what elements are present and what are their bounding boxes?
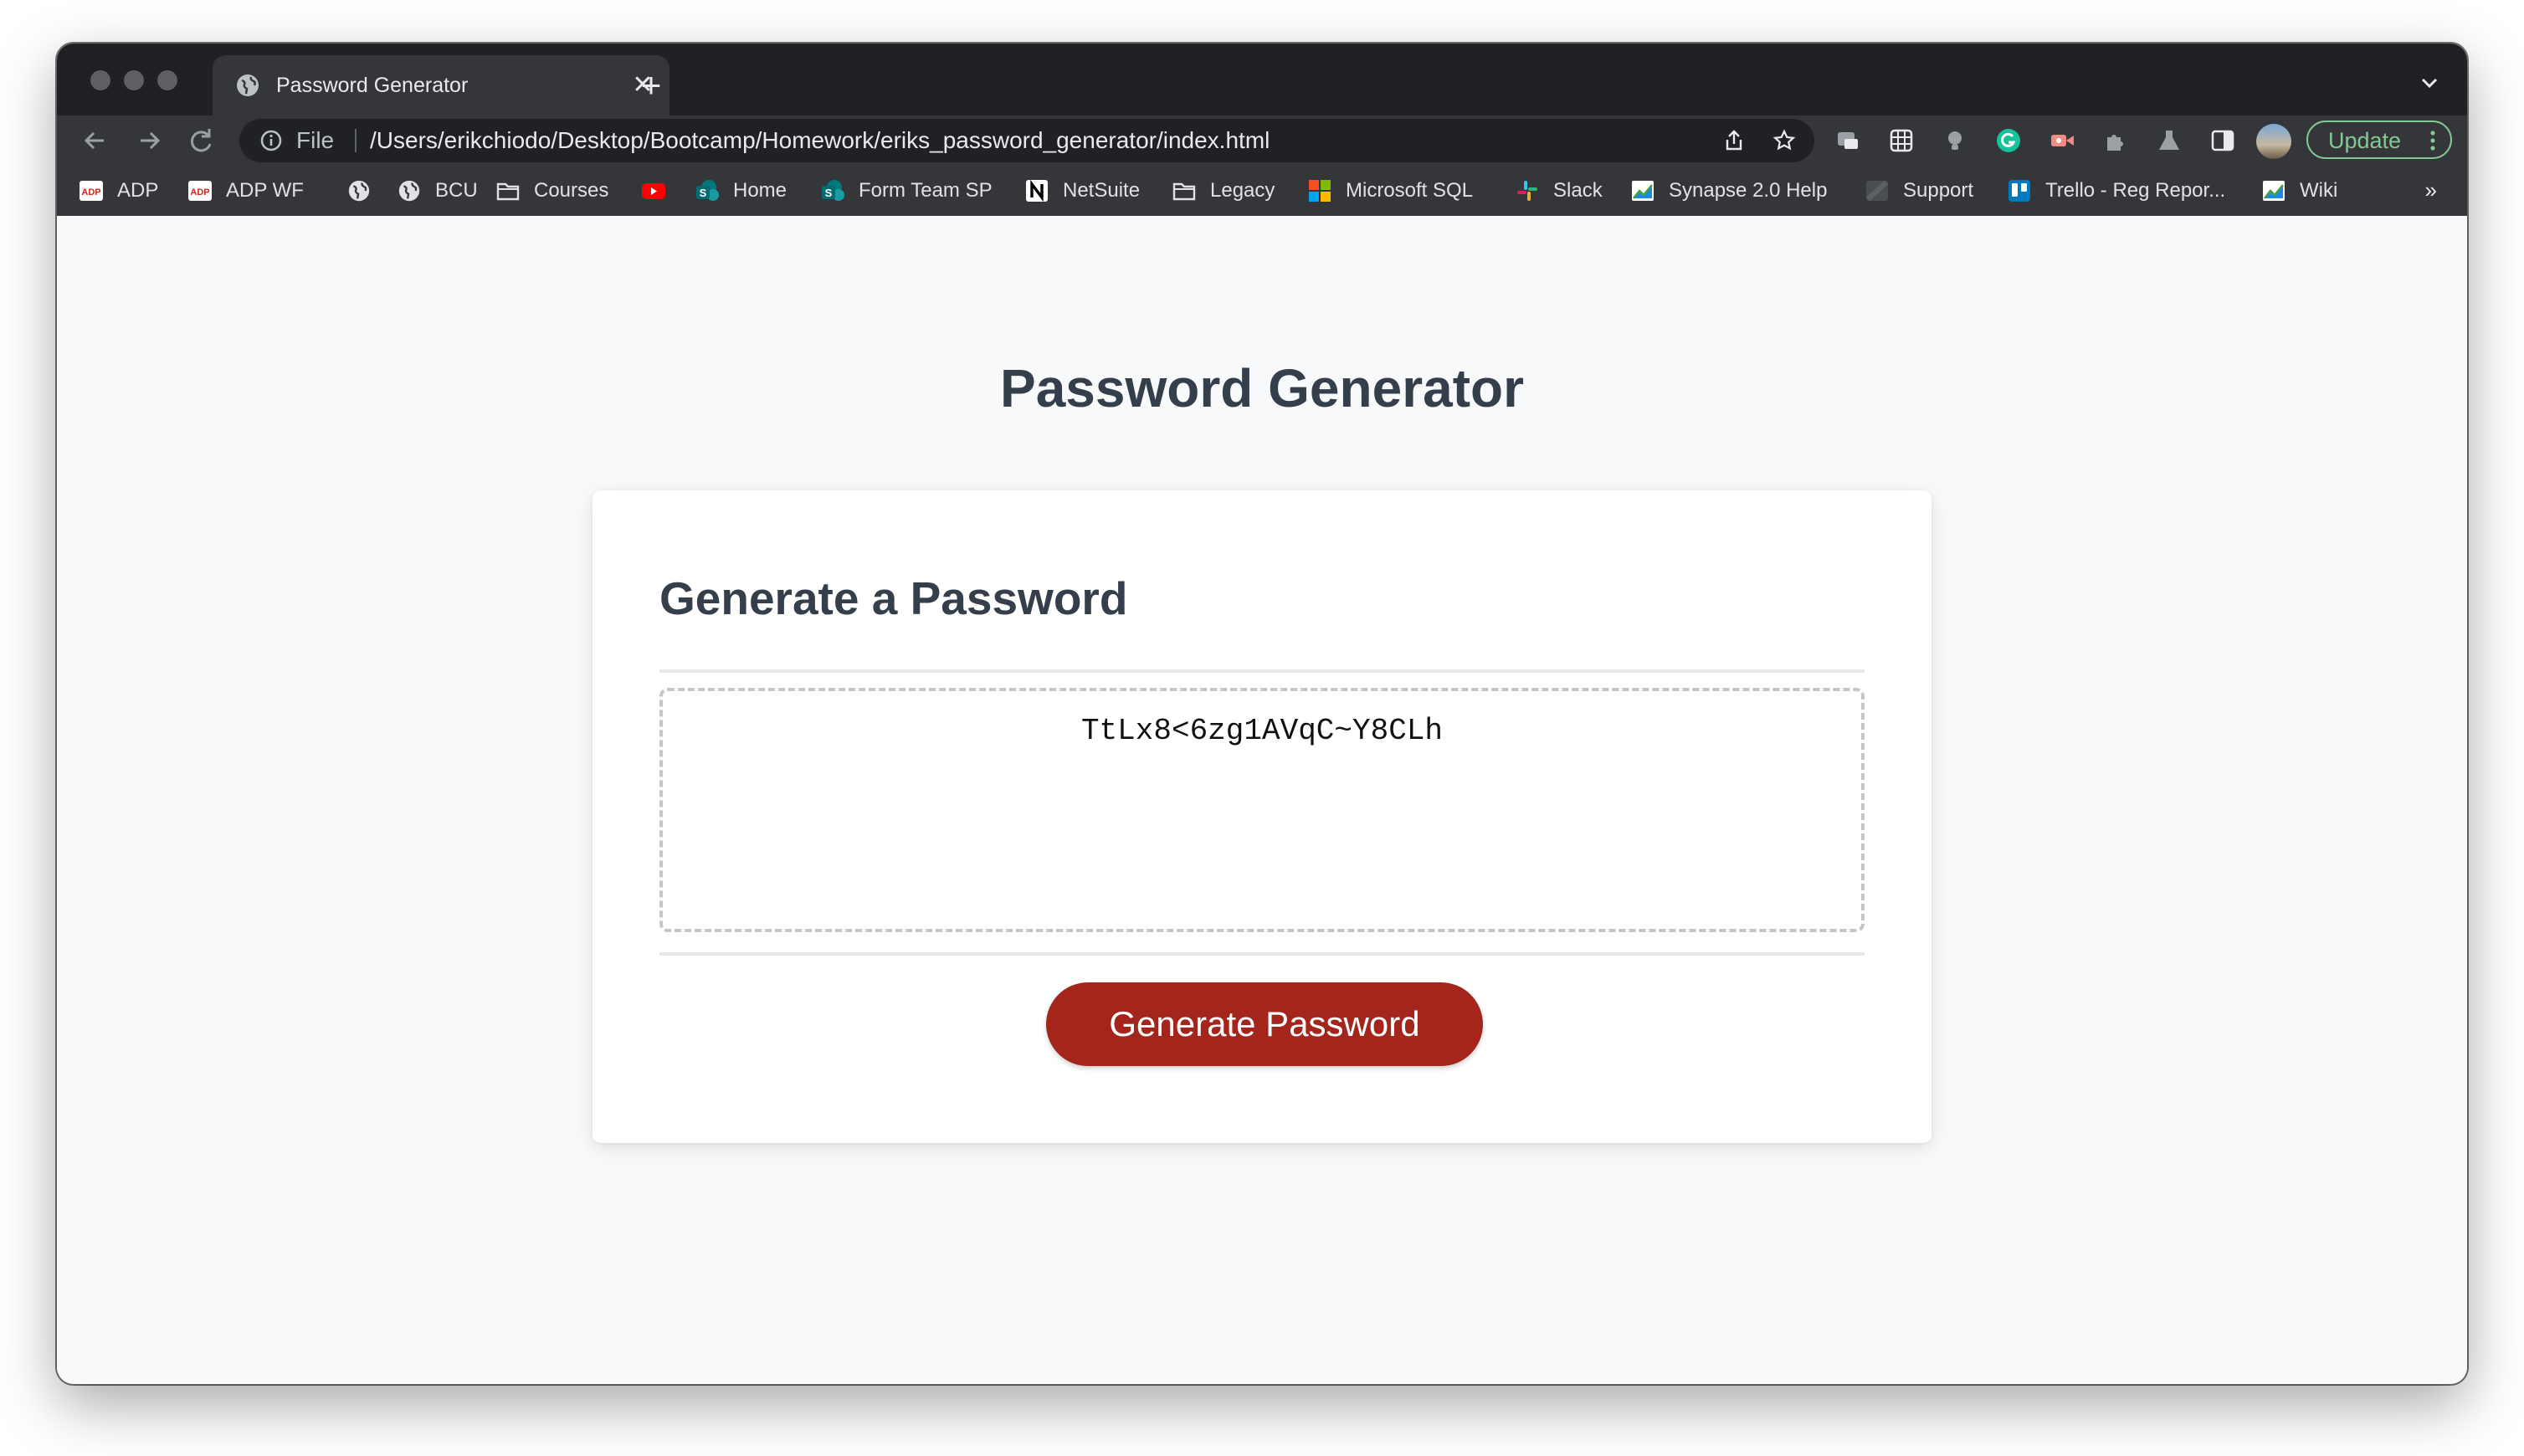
update-button[interactable]: Update (2306, 120, 2452, 159)
side-panel-icon[interactable] (2209, 127, 2236, 154)
bookmark-slack[interactable]: Slack (1515, 177, 1603, 204)
bookmark-bcu[interactable]: BCU (397, 177, 478, 204)
bookmark-courses[interactable]: Courses (495, 177, 608, 204)
address-bar[interactable]: File /Users/erikchiodo/Desktop/Bootcamp/… (239, 119, 1814, 162)
extension-grid-icon[interactable] (1888, 127, 1915, 154)
netsuite-icon (1024, 178, 1049, 203)
page-title: Password Generator (1000, 358, 1524, 418)
password-card: Generate a Password TtLx8<6zg1AVqC~Y8CLh… (593, 490, 1931, 1143)
bookmark-trello[interactable]: Trello - Reg Repor... (2007, 177, 2225, 204)
folder-icon (1172, 178, 1197, 203)
slack-icon (1515, 178, 1540, 203)
generate-password-button[interactable]: Generate Password (1046, 982, 1483, 1066)
chart-icon (2261, 178, 2286, 203)
grammarly-icon[interactable] (1995, 127, 2022, 154)
bookmark-adp-wf[interactable]: ADP ADP WF (187, 177, 304, 204)
bookmark-legacy[interactable]: Legacy (1172, 177, 1275, 204)
bookmark-form-team-sp[interactable]: S Form Team SP (820, 177, 993, 204)
svg-text:S: S (825, 187, 833, 199)
adp-icon: ADP (79, 178, 104, 203)
adp-icon: ADP (187, 178, 213, 203)
window-close-dot[interactable] (90, 70, 110, 90)
card-divider-bottom (659, 952, 1865, 956)
password-output[interactable]: TtLx8<6zg1AVqC~Y8CLh (659, 688, 1865, 932)
url-text[interactable]: /Users/erikchiodo/Desktop/Bootcamp/Homew… (370, 128, 1270, 153)
password-text: TtLx8<6zg1AVqC~Y8CLh (1080, 714, 1444, 748)
youtube-icon (641, 178, 666, 203)
bookmark-home[interactable]: S Home (695, 177, 787, 204)
reload-icon[interactable] (184, 124, 218, 157)
extension-tabs-icon[interactable] (1834, 127, 1861, 154)
more-options-icon (2430, 131, 2435, 151)
info-icon[interactable] (259, 129, 283, 152)
folder-icon (495, 178, 521, 203)
tab-strip: Password Generator ✕ + (57, 44, 2467, 115)
bookmark-globe[interactable] (346, 177, 385, 204)
bookmark-adp[interactable]: ADP ADP (79, 177, 158, 204)
extensions-puzzle-icon[interactable] (2102, 127, 2129, 154)
tab-password-generator[interactable]: Password Generator ✕ (213, 55, 669, 115)
chevron-down-icon[interactable] (2417, 70, 2442, 95)
svg-text:ADP: ADP (190, 187, 209, 197)
back-arrow-icon[interactable] (79, 124, 112, 157)
update-label: Update (2328, 128, 2402, 153)
new-tab-icon[interactable]: + (633, 67, 669, 104)
bookmark-synapse-help[interactable]: Synapse 2.0 Help (1630, 177, 1827, 204)
svg-text:ADP: ADP (81, 187, 100, 197)
trello-icon (2007, 178, 2032, 203)
bookmark-support[interactable]: Support (1865, 177, 1973, 204)
extension-record-icon[interactable] (2049, 127, 2075, 154)
sharepoint-icon: S (695, 178, 720, 203)
page-content: Password Generator Generate a Password T… (57, 216, 2467, 1384)
extension-bulb-icon[interactable] (1942, 127, 1968, 154)
globe-icon (346, 178, 372, 203)
profile-avatar[interactable] (2256, 124, 2291, 159)
bookmarks-overflow-icon[interactable]: » (2425, 177, 2437, 203)
browser-toolbar: File /Users/erikchiodo/Desktop/Bootcamp/… (57, 115, 2467, 166)
svg-text:S: S (700, 187, 707, 199)
url-separator (355, 129, 357, 152)
window-minimize-dot[interactable] (124, 70, 144, 90)
globe-icon (237, 74, 259, 96)
window-zoom-dot[interactable] (157, 70, 177, 90)
bookmark-star-icon[interactable] (1772, 129, 1796, 152)
sharepoint-icon: S (820, 178, 845, 203)
card-divider-top (659, 669, 1865, 673)
microsoft-icon (1307, 178, 1332, 203)
url-scheme-label: File (296, 127, 335, 153)
globe-icon (397, 178, 422, 203)
share-icon[interactable] (1722, 129, 1746, 152)
forward-arrow-icon[interactable] (132, 124, 166, 157)
bookmarks-bar: ADP ADP ADP ADP WF BCU Courses S Home S … (57, 166, 2467, 217)
browser-window: Password Generator ✕ + File /Users/erikc… (57, 44, 2467, 1384)
bookmark-netsuite[interactable]: NetSuite (1024, 177, 1140, 204)
labs-flask-icon[interactable] (2156, 127, 2183, 154)
chart-icon (1630, 178, 1655, 203)
bookmark-wiki[interactable]: Wiki (2261, 177, 2337, 204)
bookmark-microsoft-sql[interactable]: Microsoft SQL (1307, 177, 1473, 204)
card-header: Generate a Password (659, 572, 1128, 624)
bookmark-youtube[interactable] (641, 177, 680, 204)
tab-title: Password Generator (276, 74, 469, 97)
support-icon (1865, 178, 1890, 203)
